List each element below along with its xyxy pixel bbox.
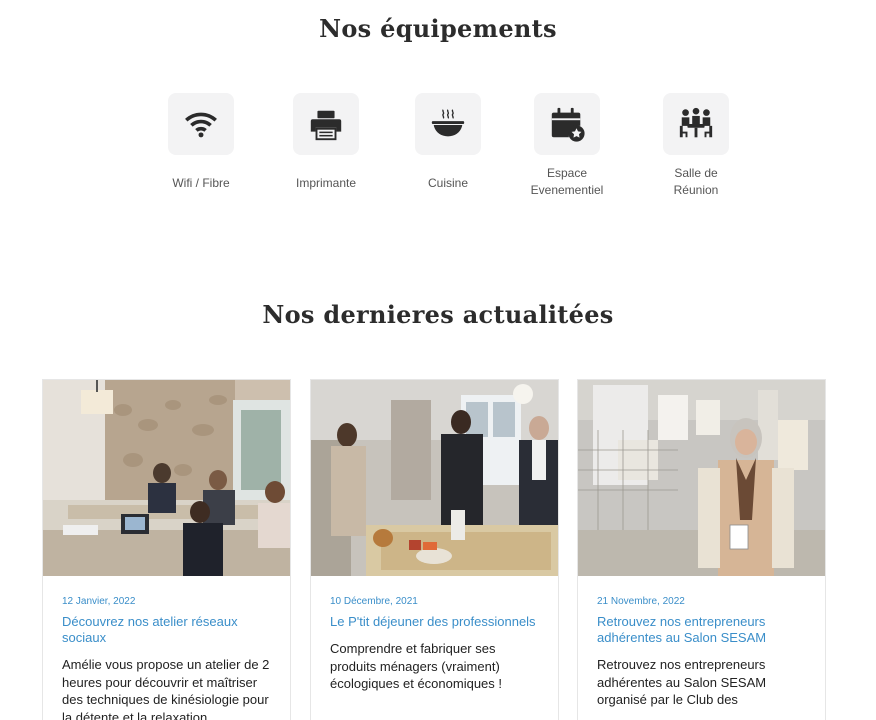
news-card-image[interactable]	[311, 380, 558, 576]
news-card-body: 12 Janvier, 2022 Découvrez nos atelier r…	[43, 576, 290, 720]
equipment-item-wifi: Wifi / Fibre	[141, 93, 261, 192]
meeting-room-icon	[663, 93, 729, 155]
wifi-icon	[168, 93, 234, 155]
equipment-section-title: Nos équipements	[319, 14, 557, 43]
news-card-date: 12 Janvier, 2022	[62, 596, 136, 607]
equipment-label: Espace Evenementiel	[530, 166, 604, 197]
equipment-label: Imprimante	[295, 176, 357, 190]
news-card-date: 21 Novembre, 2022	[597, 596, 685, 607]
news-card[interactable]: 12 Janvier, 2022 Découvrez nos atelier r…	[42, 379, 291, 720]
news-card[interactable]: 10 Décembre, 2021 Le P'tit déjeuner des …	[310, 379, 559, 720]
equipment-item-event-space: Espace Evenementiel	[507, 93, 627, 199]
news-card[interactable]: 21 Novembre, 2022 Retrouvez nos entrepre…	[577, 379, 826, 720]
equipment-item-kitchen: Cuisine	[388, 93, 508, 192]
news-card-date: 10 Décembre, 2021	[330, 596, 418, 607]
news-card-body: 10 Décembre, 2021 Le P'tit déjeuner des …	[311, 576, 558, 693]
equipment-item-meeting-room: Salle de Réunion	[636, 93, 756, 199]
equipment-list: Wifi / Fibre Imprimante Cuisine Espace E…	[0, 93, 876, 213]
equipment-item-printer: Imprimante	[266, 93, 386, 192]
news-card-body: 21 Novembre, 2022 Retrouvez nos entrepre…	[578, 576, 825, 709]
news-card-image[interactable]	[578, 380, 825, 576]
news-card-title-link[interactable]: Retrouvez nos entrepreneurs adhérentes a…	[597, 614, 807, 646]
calendar-star-icon	[534, 93, 600, 155]
news-card-title-link[interactable]: Découvrez nos atelier réseaux sociaux	[62, 614, 272, 646]
news-card-image[interactable]	[43, 380, 290, 576]
equipment-label: Wifi / Fibre	[172, 176, 230, 190]
equipment-label: Cuisine	[427, 176, 469, 190]
news-card-excerpt: Retrouvez nos entrepreneurs adhérentes a…	[597, 657, 767, 707]
news-section-title: Nos dernieres actualitées	[262, 300, 614, 329]
news-card-excerpt: Comprendre et fabriquer ses produits mén…	[330, 641, 503, 691]
news-card-excerpt: Amélie vous propose un atelier de 2 heur…	[62, 657, 270, 720]
equipment-label: Salle de Réunion	[673, 166, 719, 197]
printer-icon	[293, 93, 359, 155]
kitchen-bowl-icon	[415, 93, 481, 155]
news-card-title-link[interactable]: Le P'tit déjeuner des professionnels	[330, 614, 540, 630]
